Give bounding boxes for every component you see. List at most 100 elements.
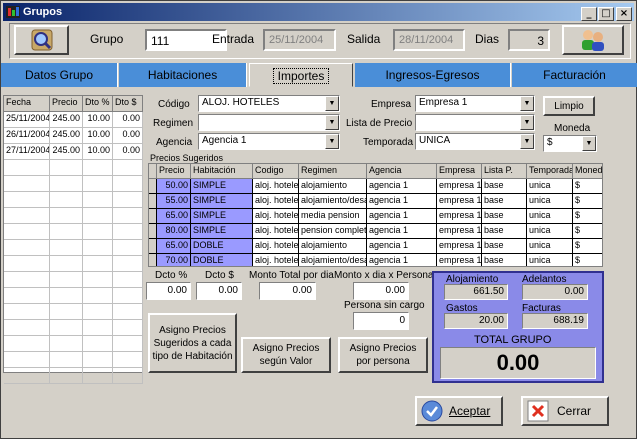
daily-cell[interactable] bbox=[113, 208, 143, 224]
daily-prices-grid[interactable]: Fecha Precio Dto % Dto $ 25/11/2004 245.0… bbox=[3, 95, 143, 384]
dto-amt-input[interactable]: 0.00 bbox=[196, 282, 242, 300]
daily-cell[interactable] bbox=[83, 176, 113, 192]
precios-cell[interactable]: $ bbox=[573, 254, 602, 266]
precios-cell[interactable]: agencia 1 bbox=[367, 224, 437, 239]
precios-cell[interactable]: base bbox=[482, 179, 527, 194]
precios-cell[interactable]: SIMPLE bbox=[191, 209, 253, 224]
precios-cell[interactable]: base bbox=[482, 239, 527, 254]
search-button[interactable] bbox=[14, 25, 69, 55]
daily-cell[interactable]: 10.00 bbox=[83, 128, 113, 144]
precios-cell[interactable]: unica bbox=[527, 194, 573, 209]
daily-cell[interactable] bbox=[50, 288, 83, 304]
daily-cell[interactable] bbox=[83, 336, 113, 352]
precios-cell[interactable]: aloj. hoteles bbox=[253, 239, 299, 254]
daily-cell[interactable] bbox=[113, 224, 143, 240]
empresa-select[interactable]: Empresa 1 ▼ bbox=[415, 95, 535, 112]
precios-cell[interactable]: aloj. hoteles bbox=[253, 224, 299, 239]
daily-cell[interactable] bbox=[4, 256, 50, 272]
precios-cell[interactable]: SIMPLE bbox=[191, 179, 253, 194]
daily-cell[interactable] bbox=[83, 352, 113, 368]
daily-cell[interactable] bbox=[83, 368, 113, 384]
precios-cell[interactable]: base bbox=[482, 224, 527, 239]
precios-cell[interactable]: $ bbox=[573, 194, 602, 209]
daily-cell[interactable] bbox=[4, 352, 50, 368]
precios-cell[interactable]: $ bbox=[573, 179, 602, 194]
daily-cell[interactable] bbox=[113, 272, 143, 288]
precios-cell[interactable]: agencia 1 bbox=[367, 194, 437, 209]
daily-cell[interactable] bbox=[50, 336, 83, 352]
daily-cell[interactable] bbox=[50, 304, 83, 320]
precios-cell[interactable]: empresa 1 bbox=[437, 194, 482, 209]
daily-cell[interactable] bbox=[113, 160, 143, 176]
cerrar-button[interactable]: Cerrar bbox=[521, 396, 609, 426]
precios-cell[interactable]: 80.00 bbox=[157, 224, 191, 239]
daily-cell[interactable] bbox=[4, 208, 50, 224]
minimize-button[interactable]: _ bbox=[581, 7, 597, 21]
daily-cell[interactable] bbox=[4, 176, 50, 192]
daily-cell[interactable] bbox=[50, 224, 83, 240]
precios-cell[interactable]: 70.00 bbox=[157, 254, 191, 266]
daily-cell[interactable] bbox=[83, 320, 113, 336]
row-selector[interactable] bbox=[149, 179, 157, 194]
daily-cell[interactable]: 10.00 bbox=[83, 144, 113, 160]
precios-cell[interactable]: aloj. hoteles bbox=[253, 209, 299, 224]
daily-cell[interactable]: 0.00 bbox=[113, 144, 143, 160]
daily-cell[interactable] bbox=[50, 160, 83, 176]
daily-cell[interactable] bbox=[4, 224, 50, 240]
daily-cell[interactable] bbox=[4, 336, 50, 352]
title-bar[interactable]: Grupos _ □ × bbox=[3, 3, 634, 21]
close-window-button[interactable]: × bbox=[616, 7, 632, 21]
agencia-select[interactable]: Agencia 1 ▼ bbox=[198, 133, 340, 150]
precios-cell[interactable]: base bbox=[482, 254, 527, 266]
daily-cell[interactable] bbox=[113, 336, 143, 352]
daily-cell[interactable] bbox=[50, 272, 83, 288]
precios-cell[interactable]: empresa 1 bbox=[437, 224, 482, 239]
daily-cell[interactable] bbox=[4, 160, 50, 176]
daily-cell[interactable] bbox=[50, 240, 83, 256]
daily-cell[interactable] bbox=[113, 368, 143, 384]
precios-cell[interactable]: unica bbox=[527, 209, 573, 224]
codigo-select[interactable]: ALOJ. HOTELES ▼ bbox=[198, 95, 340, 112]
persona-sin-cargo-input[interactable]: 0 bbox=[353, 312, 409, 330]
precios-cell[interactable]: 65.00 bbox=[157, 239, 191, 254]
daily-cell[interactable]: 0.00 bbox=[113, 128, 143, 144]
daily-cell[interactable]: 245.00 bbox=[50, 112, 83, 128]
precios-cell[interactable]: media pension bbox=[299, 209, 367, 224]
tab-importes[interactable]: Importes bbox=[249, 63, 353, 87]
precios-cell[interactable]: $ bbox=[573, 239, 602, 254]
asigno-valor-button[interactable]: Asigno Precios según Valor bbox=[241, 337, 331, 373]
limpio-button[interactable]: Limpio bbox=[543, 96, 595, 116]
precios-cell[interactable]: agencia 1 bbox=[367, 254, 437, 266]
precios-cell[interactable]: pension completa bbox=[299, 224, 367, 239]
precios-cell[interactable]: SIMPLE bbox=[191, 194, 253, 209]
precios-cell[interactable]: 65.00 bbox=[157, 209, 191, 224]
lista-precio-select[interactable]: ▼ bbox=[415, 114, 535, 131]
daily-cell[interactable] bbox=[4, 240, 50, 256]
row-selector[interactable] bbox=[149, 209, 157, 224]
maximize-button[interactable]: □ bbox=[598, 7, 614, 21]
daily-cell[interactable] bbox=[113, 176, 143, 192]
row-selector[interactable] bbox=[149, 224, 157, 239]
precios-cell[interactable]: aloj. hoteles bbox=[253, 179, 299, 194]
precios-cell[interactable]: unica bbox=[527, 239, 573, 254]
daily-cell[interactable] bbox=[50, 352, 83, 368]
precios-cell[interactable]: empresa 1 bbox=[437, 254, 482, 266]
tab-ingresos-egresos[interactable]: Ingresos-Egresos bbox=[355, 63, 511, 87]
precios-cell[interactable]: SIMPLE bbox=[191, 224, 253, 239]
daily-cell[interactable] bbox=[113, 256, 143, 272]
daily-cell[interactable] bbox=[83, 240, 113, 256]
daily-cell[interactable]: 10.00 bbox=[83, 112, 113, 128]
precios-cell[interactable]: agencia 1 bbox=[367, 239, 437, 254]
daily-cell[interactable] bbox=[4, 320, 50, 336]
aceptar-button[interactable]: Aceptar bbox=[415, 396, 503, 426]
daily-cell[interactable] bbox=[113, 304, 143, 320]
precios-cell[interactable]: unica bbox=[527, 254, 573, 266]
precios-cell[interactable]: agencia 1 bbox=[367, 209, 437, 224]
tab-datos-grupo[interactable]: Datos Grupo bbox=[1, 63, 118, 87]
daily-cell[interactable] bbox=[50, 368, 83, 384]
precios-cell[interactable]: unica bbox=[527, 179, 573, 194]
daily-cell[interactable] bbox=[83, 160, 113, 176]
daily-cell[interactable] bbox=[4, 192, 50, 208]
row-selector[interactable] bbox=[149, 254, 157, 266]
daily-cell[interactable] bbox=[113, 240, 143, 256]
